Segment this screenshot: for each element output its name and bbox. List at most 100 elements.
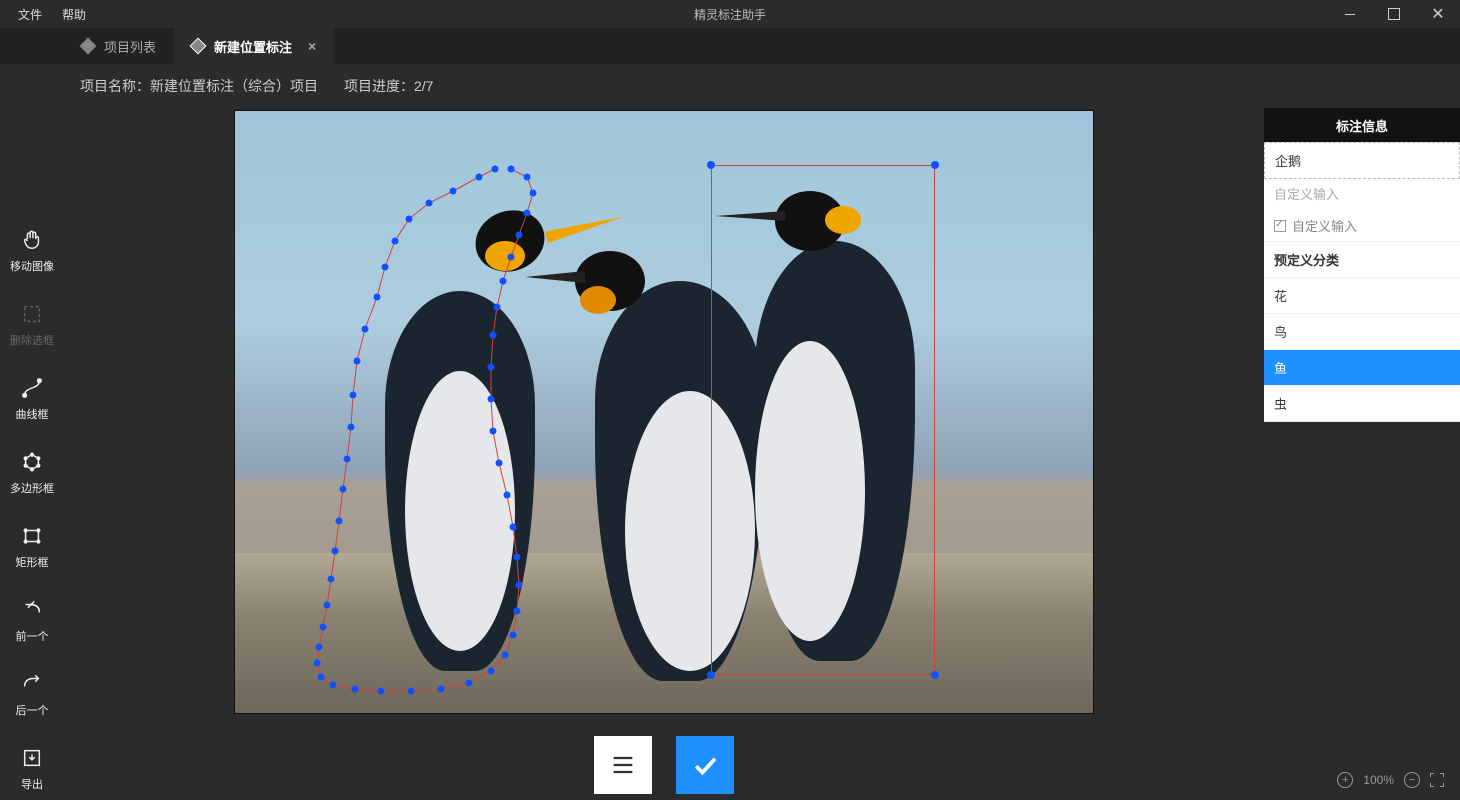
polygon-vertex[interactable] [492, 166, 499, 173]
tool-rect-box[interactable]: 矩形框 [16, 524, 49, 570]
tool-sidebar: 移动图像 删除选框 曲线框 多边形框 矩形框 前一个 后一个 导出 [0, 108, 64, 800]
polygon-vertex[interactable] [488, 396, 495, 403]
polygon-vertex[interactable] [496, 460, 503, 467]
rect-handle[interactable] [931, 161, 939, 169]
tool-curve-box[interactable]: 曲线框 [16, 376, 49, 422]
polygon-vertex[interactable] [350, 392, 357, 399]
polygon-icon [20, 450, 44, 474]
image-holder[interactable] [234, 110, 1094, 714]
tab-close-icon[interactable]: × [308, 38, 316, 54]
polygon-vertex[interactable] [510, 524, 517, 531]
tool-export[interactable]: 导出 [20, 746, 44, 792]
window-maximize-button[interactable] [1372, 0, 1416, 28]
polygon-vertex[interactable] [490, 428, 497, 435]
polygon-vertex[interactable] [332, 548, 339, 555]
polygon-vertex[interactable] [514, 554, 521, 561]
menu-help[interactable]: 帮助 [62, 6, 86, 23]
tool-polygon-box[interactable]: 多边形框 [10, 450, 54, 496]
title-bar: 文件 帮助 精灵标注助手 ✕ [0, 0, 1460, 28]
zoom-out-button[interactable]: − [1404, 772, 1420, 788]
polygon-vertex[interactable] [490, 332, 497, 339]
tab-project-list[interactable]: 项目列表 [64, 28, 174, 64]
polygon-vertex[interactable] [382, 264, 389, 271]
polygon-vertex[interactable] [348, 424, 355, 431]
category-item[interactable]: 鸟 [1264, 314, 1460, 350]
polygon-vertex[interactable] [408, 688, 415, 695]
rect-handle[interactable] [707, 671, 715, 679]
fullscreen-button[interactable] [1430, 773, 1444, 787]
rectangle-icon [20, 524, 44, 548]
menu-button[interactable] [594, 736, 652, 794]
polygon-vertex[interactable] [320, 624, 327, 631]
polygon-vertex[interactable] [502, 652, 509, 659]
polygon-vertex[interactable] [466, 680, 473, 687]
category-item[interactable]: 虫 [1264, 386, 1460, 422]
tab-label: 新建位置标注 [214, 37, 292, 56]
polygon-vertex[interactable] [330, 682, 337, 689]
app-title: 精灵标注助手 [694, 6, 766, 23]
polygon-vertex[interactable] [524, 174, 531, 181]
rect-handle[interactable] [707, 161, 715, 169]
polygon-vertex[interactable] [450, 188, 457, 195]
polygon-vertex[interactable] [324, 602, 331, 609]
polygon-annotation[interactable] [235, 111, 1094, 714]
polygon-vertex[interactable] [500, 278, 507, 285]
window-minimize-button[interactable] [1328, 0, 1372, 28]
polygon-vertex[interactable] [516, 232, 523, 239]
polygon-vertex[interactable] [336, 518, 343, 525]
window-close-button[interactable]: ✕ [1416, 0, 1460, 28]
zoom-in-button[interactable]: + [1337, 772, 1353, 788]
polygon-vertex[interactable] [352, 686, 359, 693]
undo-arrow-icon [20, 598, 44, 622]
custom-input[interactable] [1264, 179, 1460, 210]
polygon-vertex[interactable] [488, 668, 495, 675]
polygon-vertex[interactable] [508, 166, 515, 173]
polygon-vertex[interactable] [344, 456, 351, 463]
right-panel-header: 标注信息 [1264, 108, 1460, 142]
menu-file[interactable]: 文件 [18, 6, 42, 23]
diamond-icon [80, 38, 97, 55]
polygon-vertex[interactable] [494, 304, 501, 311]
polygon-vertex[interactable] [530, 190, 537, 197]
tool-prev[interactable]: 前一个 [16, 598, 49, 644]
tool-delete-box[interactable]: 删除选框 [10, 302, 54, 348]
polygon-vertex[interactable] [516, 582, 523, 589]
category-item[interactable]: 花 [1264, 278, 1460, 314]
zoom-controls: + 100% − [1337, 772, 1444, 788]
polygon-vertex[interactable] [476, 174, 483, 181]
polygon-vertex[interactable] [374, 294, 381, 301]
tool-next[interactable]: 后一个 [16, 672, 49, 718]
confirm-button[interactable] [676, 736, 734, 794]
polygon-vertex[interactable] [318, 674, 325, 681]
polygon-vertex[interactable] [314, 660, 321, 667]
polygon-vertex[interactable] [362, 326, 369, 333]
rect-handle[interactable] [931, 671, 939, 679]
canvas-area[interactable] [64, 108, 1264, 730]
polygon-vertex[interactable] [488, 364, 495, 371]
polygon-vertex[interactable] [426, 200, 433, 207]
polygon-vertex[interactable] [438, 686, 445, 693]
polygon-vertex[interactable] [316, 644, 323, 651]
predefined-section-header: 预定义分类 [1264, 242, 1460, 278]
polygon-vertex[interactable] [340, 486, 347, 493]
polygon-vertex[interactable] [406, 216, 413, 223]
project-name: 项目名称：新建位置标注（综合）项目 [80, 76, 318, 96]
polygon-vertex[interactable] [508, 254, 515, 261]
right-panel: 标注信息 企鹅 自定义输入 预定义分类 花鸟鱼虫 [1264, 108, 1460, 800]
polygon-vertex[interactable] [392, 238, 399, 245]
polygon-vertex[interactable] [510, 632, 517, 639]
tab-new-location-annotation[interactable]: 新建位置标注 × [174, 28, 334, 64]
category-item[interactable]: 鱼 [1264, 350, 1460, 386]
polygon-vertex[interactable] [504, 492, 511, 499]
project-progress: 项目进度：2/7 [344, 76, 433, 96]
polygon-vertex[interactable] [354, 358, 361, 365]
polygon-vertex[interactable] [328, 576, 335, 583]
polygon-vertex[interactable] [514, 608, 521, 615]
curve-icon [20, 376, 44, 400]
custom-input-checkbox[interactable]: 自定义输入 [1264, 210, 1460, 242]
default-label[interactable]: 企鹅 [1264, 142, 1460, 179]
polygon-vertex[interactable] [524, 210, 531, 217]
hand-icon [20, 228, 44, 252]
polygon-vertex[interactable] [378, 688, 385, 695]
tool-move-image[interactable]: 移动图像 [10, 228, 54, 274]
